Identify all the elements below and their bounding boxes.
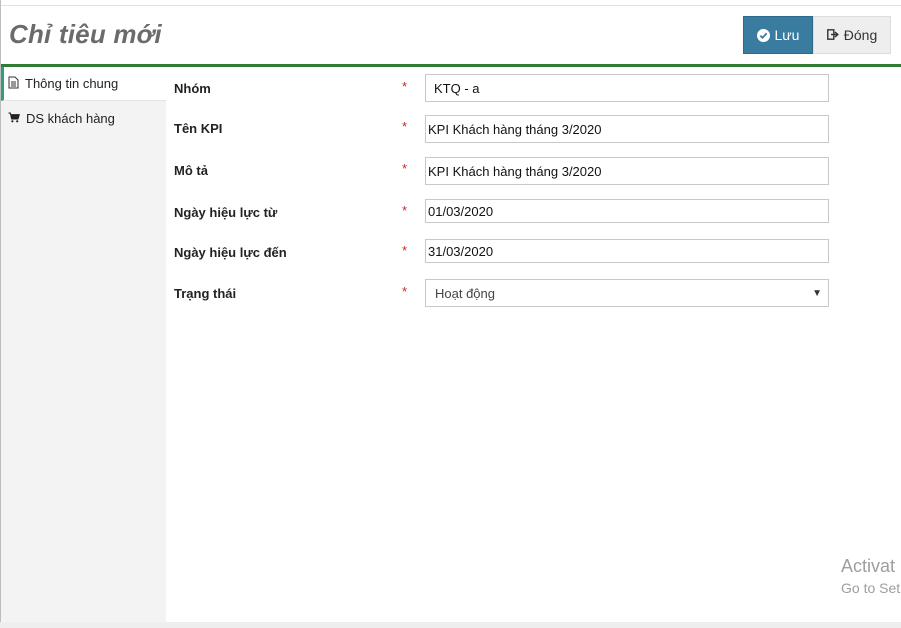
header: Chỉ tiêu mới Lưu Đóng (1, 6, 901, 64)
status-select-value: Hoạt động (435, 285, 495, 301)
save-button[interactable]: Lưu (743, 16, 813, 54)
required-mark: * (402, 284, 408, 299)
description-field[interactable]: KPI Khách hàng tháng 3/2020 (425, 157, 829, 185)
required-mark: * (402, 119, 408, 134)
valid-from-label: Ngày hiệu lực từ (174, 205, 278, 220)
required-mark: * (402, 243, 408, 258)
kpi-name-field[interactable]: KPI Khách hàng tháng 3/2020 (425, 115, 829, 143)
required-mark: * (402, 203, 408, 218)
document-icon (8, 76, 19, 92)
sidebar-item-label: Thông tin chung (25, 76, 119, 91)
valid-from-field[interactable]: 01/03/2020 (425, 199, 829, 223)
status-select[interactable]: Hoạt động ▼ (425, 279, 829, 307)
save-button-label: Lưu (774, 27, 800, 43)
activation-watermark-line1: Activat (841, 556, 896, 576)
check-circle-icon (756, 28, 770, 42)
activation-watermark-line2: Go to Set (841, 580, 901, 596)
close-button[interactable]: Đóng (813, 16, 891, 54)
sign-out-icon (826, 27, 839, 43)
group-field[interactable]: KTQ - a (425, 74, 829, 102)
kpi-name-label: Tên KPI (174, 121, 223, 136)
bottom-border (0, 622, 901, 628)
sidebar: Thông tin chung DS khách hàng (1, 67, 166, 622)
cart-icon (8, 111, 20, 126)
sidebar-item-label: DS khách hàng (26, 110, 115, 126)
close-button-label: Đóng (843, 27, 878, 43)
group-label: Nhóm (174, 81, 211, 96)
valid-to-label: Ngày hiệu lực đến (174, 245, 287, 260)
status-label: Trạng thái (174, 286, 237, 301)
description-label: Mô tả (174, 163, 208, 178)
valid-to-field[interactable]: 31/03/2020 (425, 239, 829, 263)
app-window: Chỉ tiêu mới Lưu Đóng Thông tin chung DS… (0, 0, 901, 628)
required-mark: * (402, 161, 408, 176)
caret-down-icon: ▼ (812, 287, 822, 299)
required-mark: * (402, 79, 408, 94)
sidebar-item-general-info[interactable]: Thông tin chung (1, 67, 166, 101)
sidebar-item-customer-list[interactable]: DS khách hàng (1, 101, 166, 135)
page-title: Chỉ tiêu mới (9, 19, 162, 49)
